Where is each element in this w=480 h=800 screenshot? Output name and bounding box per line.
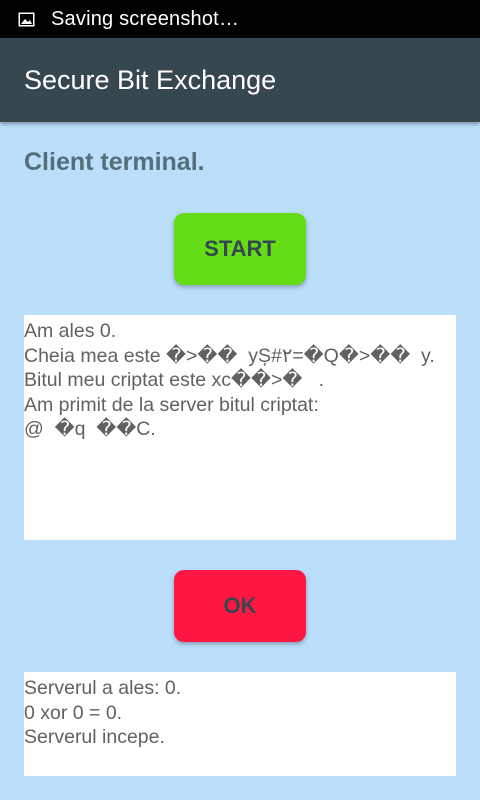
status-notification-text: Saving screenshot… (51, 7, 240, 30)
server-log-box: Serverul a ales: 0. 0 xor 0 = 0. Serveru… (24, 672, 456, 776)
client-log-line: Am primit de la server bitul criptat: (24, 393, 319, 416)
app-title: Secure Bit Exchange (24, 64, 277, 95)
app-bar: Secure Bit Exchange (0, 38, 480, 122)
server-log-line: Serverul incepe. (24, 726, 165, 748)
client-log-line: Am ales 0. (24, 320, 117, 342)
status-bar: Saving screenshot… (0, 0, 480, 38)
start-button[interactable]: START (174, 213, 306, 285)
server-log-line: Serverul a ales: 0. (24, 677, 182, 699)
image-icon (18, 12, 35, 26)
client-log-line: Bitul meu criptat este xc��>� . (24, 369, 325, 391)
page-heading: Client terminal. (24, 148, 205, 176)
client-log-box: Am ales 0. Cheia mea este �>�� yȘ#٢=�Q�>… (24, 315, 456, 540)
client-log-line: @ �q ��C. (24, 418, 156, 440)
client-log-line: Cheia mea este �>�� yȘ#٢=�Q�>�� y. (24, 344, 435, 367)
ok-button[interactable]: OK (174, 570, 306, 642)
server-log-line: 0 xor 0 = 0. (24, 701, 123, 724)
